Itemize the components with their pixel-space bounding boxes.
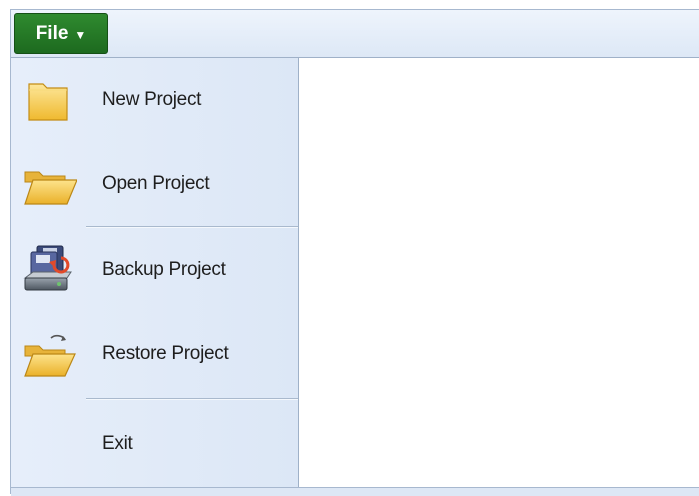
menu-item-label: New Project [102, 89, 202, 110]
application-window: File ▼ New Project Open Project Backup P… [10, 9, 699, 496]
menu-item-exit[interactable]: Exit [11, 402, 299, 486]
content-area [300, 58, 699, 487]
file-menu-panel: New Project Open Project Backup Project … [11, 58, 299, 487]
menu-item-open-project[interactable]: Open Project [11, 142, 299, 226]
menu-item-label: Open Project [102, 173, 210, 194]
menu-item-backup-project[interactable]: Backup Project [11, 228, 299, 312]
menu-item-new-project[interactable]: New Project [11, 58, 299, 142]
backup-drive-icon [23, 245, 72, 291]
restore-folder-icon [24, 334, 76, 377]
folder-closed-icon [28, 83, 68, 121]
menu-item-label: Exit [102, 433, 133, 454]
menu-item-label: Restore Project [102, 343, 229, 364]
chevron-down-icon: ▼ [74, 27, 87, 42]
menu-item-restore-project[interactable]: Restore Project [11, 312, 299, 396]
status-bar [11, 487, 699, 496]
folder-open-icon [24, 171, 77, 205]
ribbon-bar: File ▼ [11, 10, 699, 58]
file-menu-label: File [35, 22, 69, 44]
menu-separator [86, 398, 298, 400]
file-menu-button[interactable]: File ▼ [14, 13, 108, 54]
menu-item-label: Backup Project [102, 259, 226, 280]
